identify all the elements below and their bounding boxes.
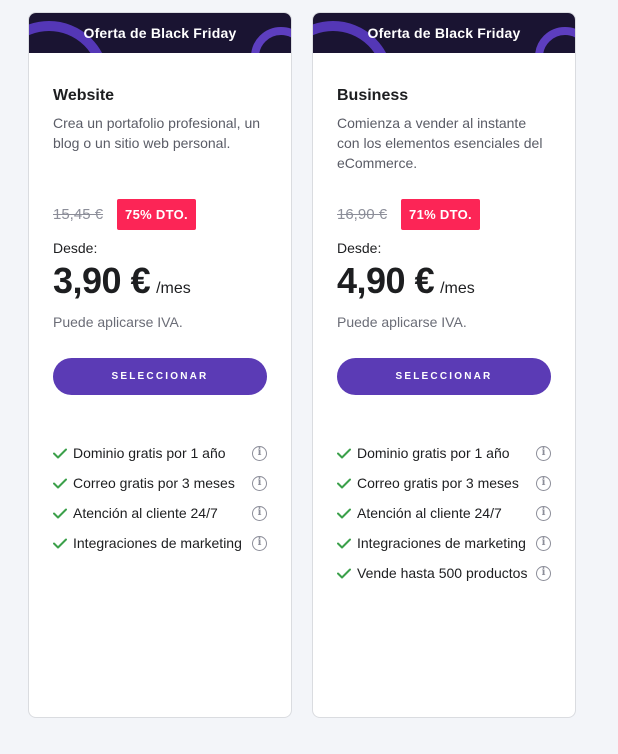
original-price: 15,45 € — [53, 206, 104, 223]
from-label: Desde: — [337, 240, 382, 256]
check-icon — [53, 443, 67, 463]
plan-card-business: Oferta de Black Friday Business Comienza… — [312, 12, 576, 718]
price-period: /mes — [156, 280, 191, 297]
price-period: /mes — [440, 280, 475, 297]
select-plan-button[interactable]: SELECCIONAR — [337, 358, 551, 395]
info-icon[interactable]: i — [252, 446, 267, 461]
feature-list: Dominio gratis por 1 año i Correo gratis p… — [53, 443, 267, 553]
feature-label: Dominio gratis por 1 año — [357, 445, 510, 461]
discount-badge: 75% DTO. — [117, 199, 196, 230]
from-label: Desde: — [53, 240, 98, 256]
check-icon — [53, 473, 67, 493]
info-icon[interactable]: i — [536, 446, 551, 461]
price: 3,90 € — [53, 260, 151, 301]
check-icon — [337, 473, 351, 493]
price: 4,90 € — [337, 260, 435, 301]
feature-label: Correo gratis por 3 meses — [357, 475, 519, 491]
info-icon[interactable]: i — [536, 476, 551, 491]
feature-label: Integraciones de marketing — [357, 535, 526, 551]
info-icon[interactable]: i — [536, 506, 551, 521]
original-price: 16,90 € — [337, 206, 388, 223]
banner-swoosh-decoration — [535, 27, 575, 53]
feature-label: Atención al cliente 24/7 — [73, 505, 218, 521]
check-icon — [337, 533, 351, 553]
feature-item: Integraciones de marketing i — [53, 533, 267, 553]
feature-item: Dominio gratis por 1 año i — [53, 443, 267, 463]
black-friday-banner: Oferta de Black Friday — [29, 13, 291, 53]
feature-item: Dominio gratis por 1 año i — [337, 443, 551, 463]
info-icon[interactable]: i — [536, 536, 551, 551]
feature-item: Integraciones de marketing i — [337, 533, 551, 553]
feature-label: Dominio gratis por 1 año — [73, 445, 226, 461]
feature-label: Vende hasta 500 productos — [357, 565, 528, 581]
info-icon[interactable]: i — [536, 566, 551, 581]
info-icon[interactable]: i — [252, 506, 267, 521]
feature-list: Dominio gratis por 1 año i Correo gratis p… — [337, 443, 551, 583]
check-icon — [53, 533, 67, 553]
vat-note: Puede aplicarse IVA. — [337, 314, 467, 330]
feature-label: Correo gratis por 3 meses — [73, 475, 235, 491]
plan-description: Comienza a vender al instante con los el… — [337, 115, 543, 171]
banner-text: Oferta de Black Friday — [367, 25, 521, 41]
check-icon — [337, 563, 351, 583]
feature-item: Correo gratis por 3 meses i — [53, 473, 267, 493]
plan-description: Crea un portafolio profesional, un blog … — [53, 115, 261, 151]
banner-swoosh-decoration — [251, 27, 291, 53]
check-icon — [337, 503, 351, 523]
feature-item: Atención al cliente 24/7 i — [53, 503, 267, 523]
black-friday-banner: Oferta de Black Friday — [313, 13, 575, 53]
feature-item: Atención al cliente 24/7 i — [337, 503, 551, 523]
select-plan-button[interactable]: SELECCIONAR — [53, 358, 267, 395]
check-icon — [53, 503, 67, 523]
info-icon[interactable]: i — [252, 476, 267, 491]
banner-text: Oferta de Black Friday — [83, 25, 237, 41]
feature-item: Correo gratis por 3 meses i — [337, 473, 551, 493]
plan-card-website: Oferta de Black Friday Website Crea un p… — [28, 12, 292, 718]
feature-label: Integraciones de marketing — [73, 535, 242, 551]
check-icon — [337, 443, 351, 463]
feature-item: Vende hasta 500 productos i — [337, 563, 551, 583]
plan-name: Website — [53, 87, 115, 104]
feature-label: Atención al cliente 24/7 — [357, 505, 502, 521]
discount-badge: 71% DTO. — [401, 199, 480, 230]
vat-note: Puede aplicarse IVA. — [53, 314, 183, 330]
info-icon[interactable]: i — [252, 536, 267, 551]
plan-name: Business — [337, 87, 409, 104]
